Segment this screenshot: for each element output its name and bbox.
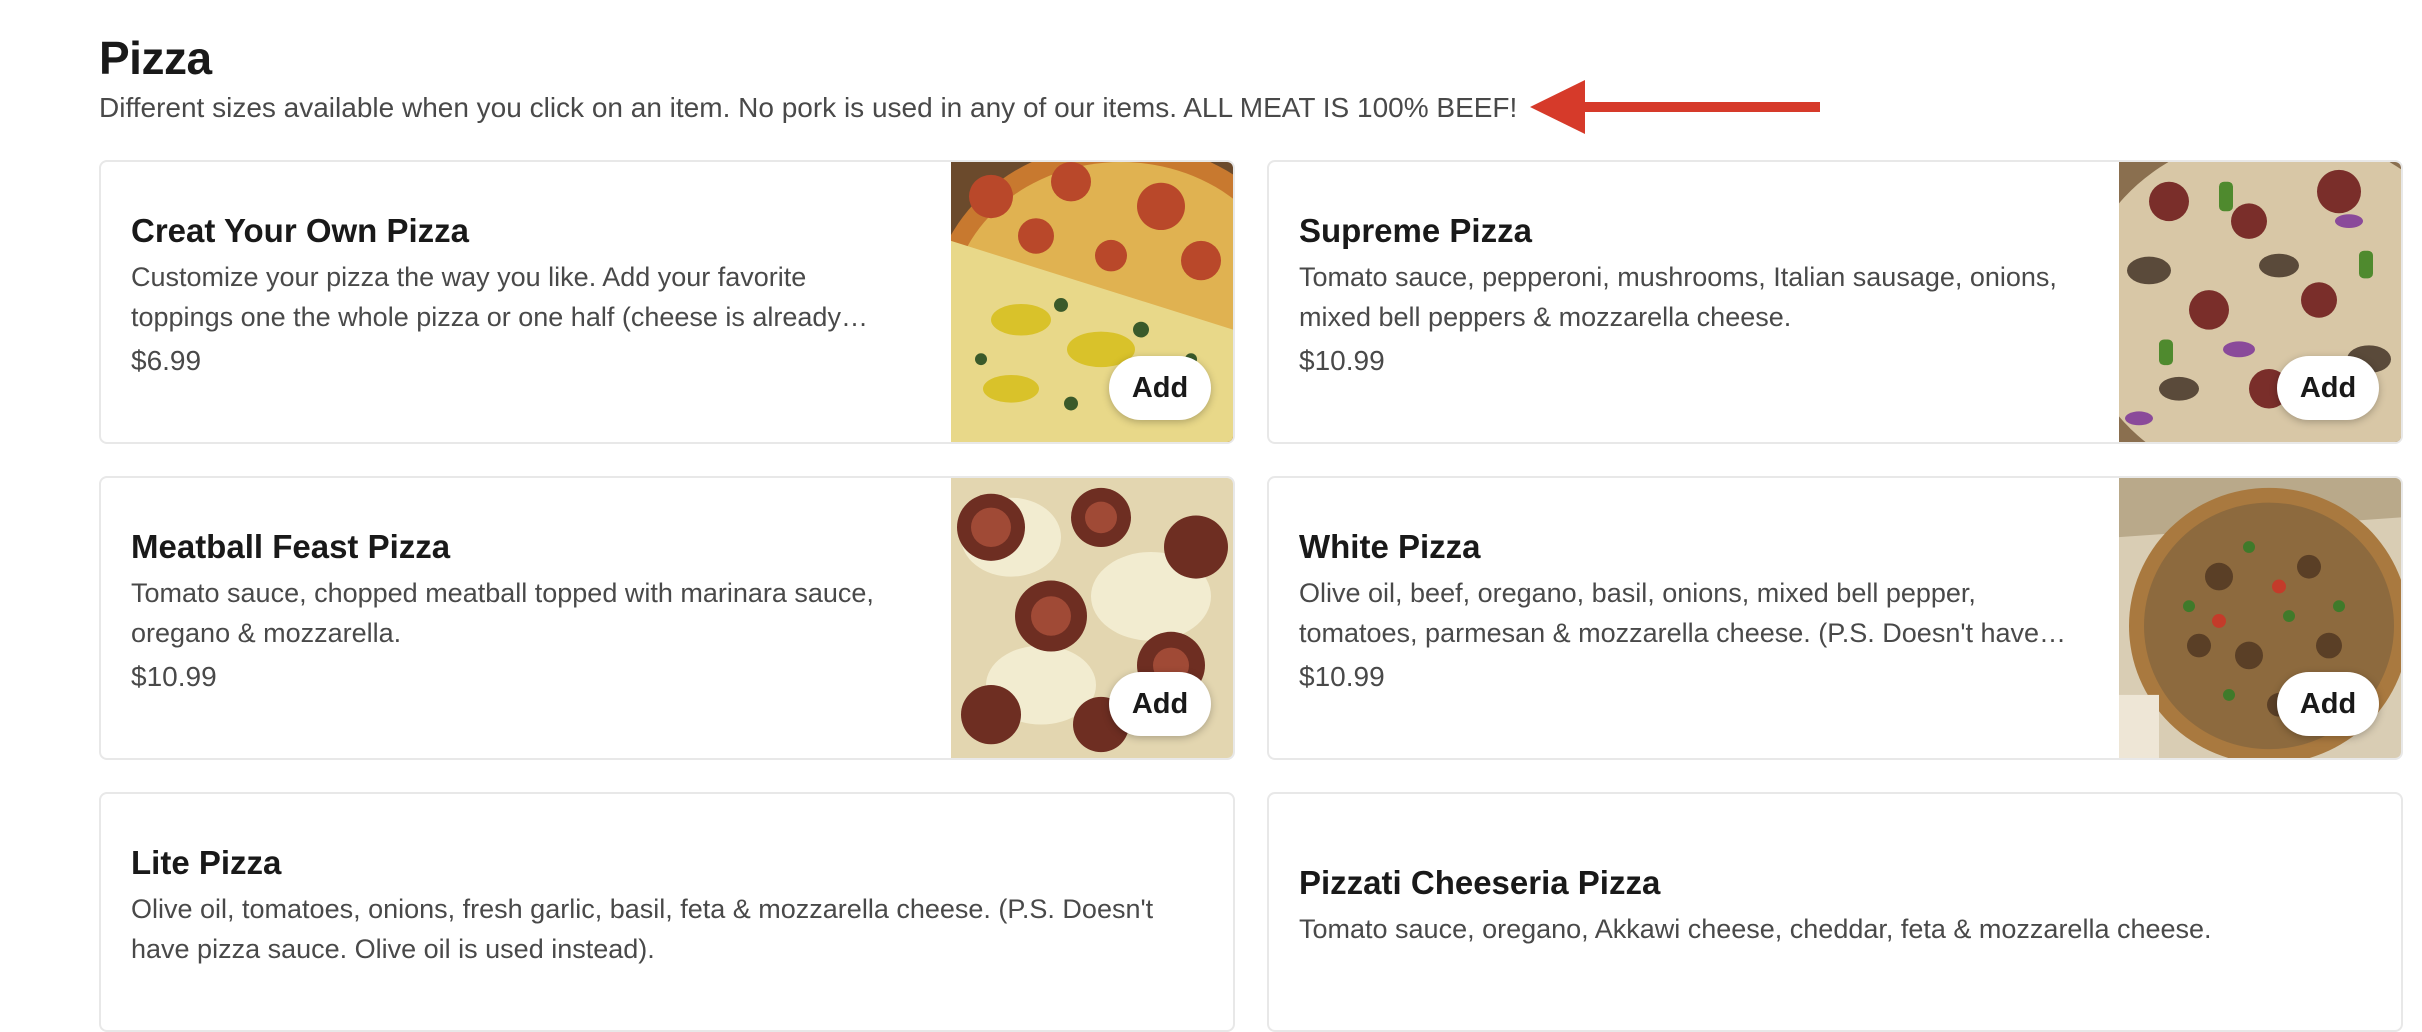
menu-item-description: Tomato sauce, oregano, Akkawi cheese, ch… <box>1299 914 2212 944</box>
menu-item-description: Olive oil, tomatoes, onions, fresh garli… <box>131 894 1154 964</box>
menu-item-price: $6.99 <box>131 345 202 376</box>
pizza-photo: Add <box>2119 162 2401 442</box>
menu-item-description: Tomato sauce, pepperoni, mushrooms, Ital… <box>1299 262 2057 332</box>
annotation-arrow <box>1530 80 1820 134</box>
menu-item-name: Pizzati Cheeseria Pizza <box>1299 864 1661 901</box>
pizza-photo: Add <box>951 478 1233 758</box>
add-to-cart-button[interactable]: Add <box>2277 672 2379 736</box>
pizza-photo: Add <box>951 162 1233 442</box>
menu-item-name: Creat Your Own Pizza <box>131 212 470 249</box>
menu-item-name: White Pizza <box>1299 528 1481 565</box>
menu-item-description: Customize your pizza the way you like. A… <box>131 262 841 332</box>
menu-item-description: Olive oil, beef, oregano, basil, onions,… <box>1299 578 2040 648</box>
menu-item-price: $10.99 <box>131 661 217 692</box>
menu-item-card[interactable]: Lite Pizza Olive oil, tomatoes, onions, … <box>99 792 1235 1032</box>
section-title: Pizza <box>99 32 212 84</box>
menu-item-name: Lite Pizza <box>131 844 282 881</box>
menu-item-card[interactable]: Creat Your Own Pizza Customize your pizz… <box>99 160 1235 444</box>
pizza-photo: Add <box>2119 478 2401 758</box>
menu-item-name: Meatball Feast Pizza <box>131 528 451 565</box>
menu-item-card[interactable]: Pizzati Cheeseria Pizza Tomato sauce, or… <box>1267 792 2403 1032</box>
menu-item-description: Tomato sauce, chopped meatball topped wi… <box>131 578 874 648</box>
add-to-cart-button[interactable]: Add <box>1109 356 1211 420</box>
menu-item-card[interactable]: White Pizza Olive oil, beef, oregano, ba… <box>1267 476 2403 760</box>
add-to-cart-button[interactable]: Add <box>2277 356 2379 420</box>
menu-item-card[interactable]: Supreme Pizza Tomato sauce, pepperoni, m… <box>1267 160 2403 444</box>
menu-item-price: $10.99 <box>1299 661 1385 692</box>
add-to-cart-button[interactable]: Add <box>1109 672 1211 736</box>
menu-item-name: Supreme Pizza <box>1299 212 1532 249</box>
section-subtitle: Different sizes available when you click… <box>99 92 1518 123</box>
menu-item-card[interactable]: Meatball Feast Pizza Tomato sauce, chopp… <box>99 476 1235 760</box>
menu-item-price: $10.99 <box>1299 345 1385 376</box>
